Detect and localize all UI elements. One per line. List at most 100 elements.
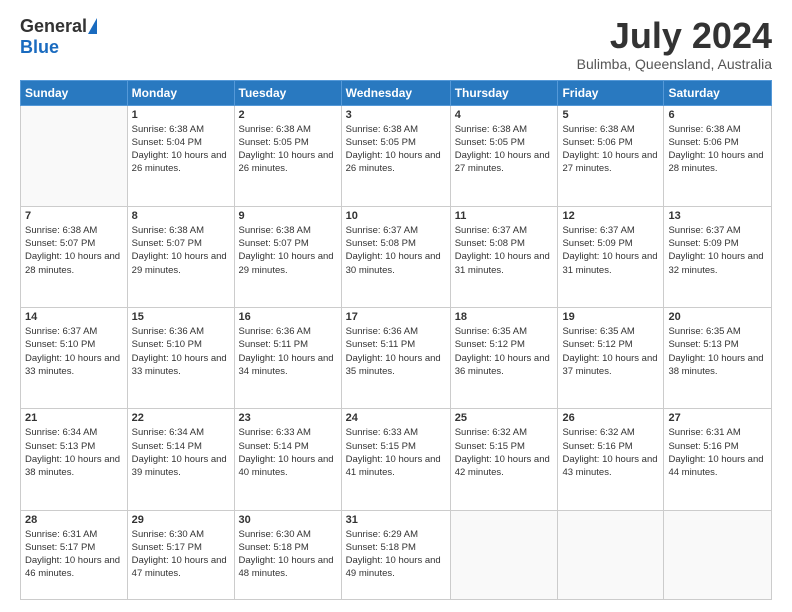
day-info: Sunrise: 6:34 AMSunset: 5:14 PMDaylight:… (132, 426, 230, 479)
calendar-cell: 30 Sunrise: 6:30 AMSunset: 5:18 PMDayligh… (234, 510, 341, 599)
day-info: Sunrise: 6:35 AMSunset: 5:13 PMDaylight:… (668, 325, 767, 378)
day-info: Sunrise: 6:32 AMSunset: 5:15 PMDaylight:… (455, 426, 554, 479)
day-info: Sunrise: 6:35 AMSunset: 5:12 PMDaylight:… (455, 325, 554, 378)
logo: General Blue (20, 16, 97, 58)
calendar-cell: 5 Sunrise: 6:38 AMSunset: 5:06 PMDaylight… (558, 105, 664, 206)
day-number: 2 (239, 109, 337, 121)
calendar-header-friday: Friday (558, 80, 664, 105)
calendar-header-monday: Monday (127, 80, 234, 105)
day-number: 5 (562, 109, 659, 121)
calendar-cell (21, 105, 128, 206)
day-info: Sunrise: 6:31 AMSunset: 5:17 PMDaylight:… (25, 528, 123, 581)
calendar-header-tuesday: Tuesday (234, 80, 341, 105)
day-info: Sunrise: 6:38 AMSunset: 5:05 PMDaylight:… (346, 123, 446, 176)
day-info: Sunrise: 6:30 AMSunset: 5:18 PMDaylight:… (239, 528, 337, 581)
calendar-cell (664, 510, 772, 599)
day-info: Sunrise: 6:38 AMSunset: 5:05 PMDaylight:… (455, 123, 554, 176)
calendar-header-row: SundayMondayTuesdayWednesdayThursdayFrid… (21, 80, 772, 105)
calendar-week-row: 14Sunrise: 6:37 AMSunset: 5:10 PMDayligh… (21, 308, 772, 409)
logo-general-text: General (20, 16, 87, 37)
calendar-cell: 3 Sunrise: 6:38 AMSunset: 5:05 PMDaylight… (341, 105, 450, 206)
day-number: 11 (455, 210, 554, 222)
calendar-cell: 13Sunrise: 6:37 AMSunset: 5:09 PMDayligh… (664, 206, 772, 307)
day-number: 24 (346, 412, 446, 424)
day-info: Sunrise: 6:33 AMSunset: 5:14 PMDaylight:… (239, 426, 337, 479)
calendar-cell: 23 Sunrise: 6:33 AMSunset: 5:14 PMDayligh… (234, 409, 341, 510)
calendar-cell (450, 510, 558, 599)
day-info: Sunrise: 6:38 AMSunset: 5:04 PMDaylight:… (132, 123, 230, 176)
calendar-cell: 7 Sunrise: 6:38 AMSunset: 5:07 PMDaylight… (21, 206, 128, 307)
day-info: Sunrise: 6:36 AMSunset: 5:10 PMDaylight:… (132, 325, 230, 378)
day-number: 20 (668, 311, 767, 323)
calendar-cell: 8Sunrise: 6:38 AMSunset: 5:07 PMDaylight… (127, 206, 234, 307)
day-info: Sunrise: 6:38 AMSunset: 5:06 PMDaylight:… (562, 123, 659, 176)
title-area: July 2024 Bulimba, Queensland, Australia (577, 16, 772, 72)
day-number: 7 (25, 210, 123, 222)
calendar-cell: 19Sunrise: 6:35 AMSunset: 5:12 PMDayligh… (558, 308, 664, 409)
day-info: Sunrise: 6:38 AMSunset: 5:07 PMDaylight:… (25, 224, 123, 277)
day-number: 15 (132, 311, 230, 323)
day-info: Sunrise: 6:29 AMSunset: 5:18 PMDaylight:… (346, 528, 446, 581)
day-info: Sunrise: 6:33 AMSunset: 5:15 PMDaylight:… (346, 426, 446, 479)
calendar-cell: 6Sunrise: 6:38 AMSunset: 5:06 PMDaylight… (664, 105, 772, 206)
calendar-cell (558, 510, 664, 599)
logo-triangle-icon (88, 18, 97, 34)
day-number: 13 (668, 210, 767, 222)
day-info: Sunrise: 6:36 AMSunset: 5:11 PMDaylight:… (239, 325, 337, 378)
day-info: Sunrise: 6:37 AMSunset: 5:08 PMDaylight:… (346, 224, 446, 277)
calendar-cell: 28 Sunrise: 6:31 AMSunset: 5:17 PMDayligh… (21, 510, 128, 599)
day-number: 22 (132, 412, 230, 424)
day-number: 3 (346, 109, 446, 121)
day-info: Sunrise: 6:38 AMSunset: 5:06 PMDaylight:… (668, 123, 767, 176)
day-number: 18 (455, 311, 554, 323)
calendar-week-row: 21Sunrise: 6:34 AMSunset: 5:13 PMDayligh… (21, 409, 772, 510)
calendar-cell: 14Sunrise: 6:37 AMSunset: 5:10 PMDayligh… (21, 308, 128, 409)
day-number: 30 (239, 514, 337, 526)
day-number: 12 (562, 210, 659, 222)
day-number: 26 (562, 412, 659, 424)
calendar-cell: 1 Sunrise: 6:38 AMSunset: 5:04 PMDaylight… (127, 105, 234, 206)
day-number: 31 (346, 514, 446, 526)
calendar-cell: 31 Sunrise: 6:29 AMSunset: 5:18 PMDayligh… (341, 510, 450, 599)
calendar-week-row: 1 Sunrise: 6:38 AMSunset: 5:04 PMDaylight… (21, 105, 772, 206)
day-info: Sunrise: 6:38 AMSunset: 5:07 PMDaylight:… (132, 224, 230, 277)
calendar-week-row: 7 Sunrise: 6:38 AMSunset: 5:07 PMDaylight… (21, 206, 772, 307)
day-number: 1 (132, 109, 230, 121)
day-number: 4 (455, 109, 554, 121)
location: Bulimba, Queensland, Australia (577, 56, 772, 72)
day-info: Sunrise: 6:32 AMSunset: 5:16 PMDaylight:… (562, 426, 659, 479)
day-info: Sunrise: 6:38 AMSunset: 5:07 PMDaylight:… (239, 224, 337, 277)
calendar-cell: 9Sunrise: 6:38 AMSunset: 5:07 PMDaylight… (234, 206, 341, 307)
calendar-week-row: 28 Sunrise: 6:31 AMSunset: 5:17 PMDayligh… (21, 510, 772, 599)
calendar-header-thursday: Thursday (450, 80, 558, 105)
day-number: 28 (25, 514, 123, 526)
day-info: Sunrise: 6:38 AMSunset: 5:05 PMDaylight:… (239, 123, 337, 176)
calendar-table: SundayMondayTuesdayWednesdayThursdayFrid… (20, 80, 772, 600)
calendar-cell: 18 Sunrise: 6:35 AMSunset: 5:12 PMDayligh… (450, 308, 558, 409)
calendar-cell: 29Sunrise: 6:30 AMSunset: 5:17 PMDayligh… (127, 510, 234, 599)
calendar-cell: 26 Sunrise: 6:32 AMSunset: 5:16 PMDayligh… (558, 409, 664, 510)
calendar-cell: 10 Sunrise: 6:37 AMSunset: 5:08 PMDayligh… (341, 206, 450, 307)
calendar-cell: 17Sunrise: 6:36 AMSunset: 5:11 PMDayligh… (341, 308, 450, 409)
day-info: Sunrise: 6:37 AMSunset: 5:09 PMDaylight:… (562, 224, 659, 277)
day-info: Sunrise: 6:37 AMSunset: 5:08 PMDaylight:… (455, 224, 554, 277)
logo-blue-text: Blue (20, 37, 59, 58)
day-number: 19 (562, 311, 659, 323)
day-number: 10 (346, 210, 446, 222)
calendar-cell: 4 Sunrise: 6:38 AMSunset: 5:05 PMDaylight… (450, 105, 558, 206)
day-info: Sunrise: 6:37 AMSunset: 5:10 PMDaylight:… (25, 325, 123, 378)
day-number: 16 (239, 311, 337, 323)
calendar-cell: 12 Sunrise: 6:37 AMSunset: 5:09 PMDayligh… (558, 206, 664, 307)
day-info: Sunrise: 6:31 AMSunset: 5:16 PMDaylight:… (668, 426, 767, 479)
month-title: July 2024 (577, 16, 772, 56)
day-number: 23 (239, 412, 337, 424)
calendar-cell: 25Sunrise: 6:32 AMSunset: 5:15 PMDayligh… (450, 409, 558, 510)
page: General Blue July 2024 Bulimba, Queensla… (0, 0, 792, 612)
day-info: Sunrise: 6:36 AMSunset: 5:11 PMDaylight:… (346, 325, 446, 378)
day-info: Sunrise: 6:34 AMSunset: 5:13 PMDaylight:… (25, 426, 123, 479)
calendar-cell: 27Sunrise: 6:31 AMSunset: 5:16 PMDayligh… (664, 409, 772, 510)
calendar-cell: 2 Sunrise: 6:38 AMSunset: 5:05 PMDaylight… (234, 105, 341, 206)
calendar-header-sunday: Sunday (21, 80, 128, 105)
calendar-cell: 20 Sunrise: 6:35 AMSunset: 5:13 PMDayligh… (664, 308, 772, 409)
calendar-cell: 24 Sunrise: 6:33 AMSunset: 5:15 PMDayligh… (341, 409, 450, 510)
